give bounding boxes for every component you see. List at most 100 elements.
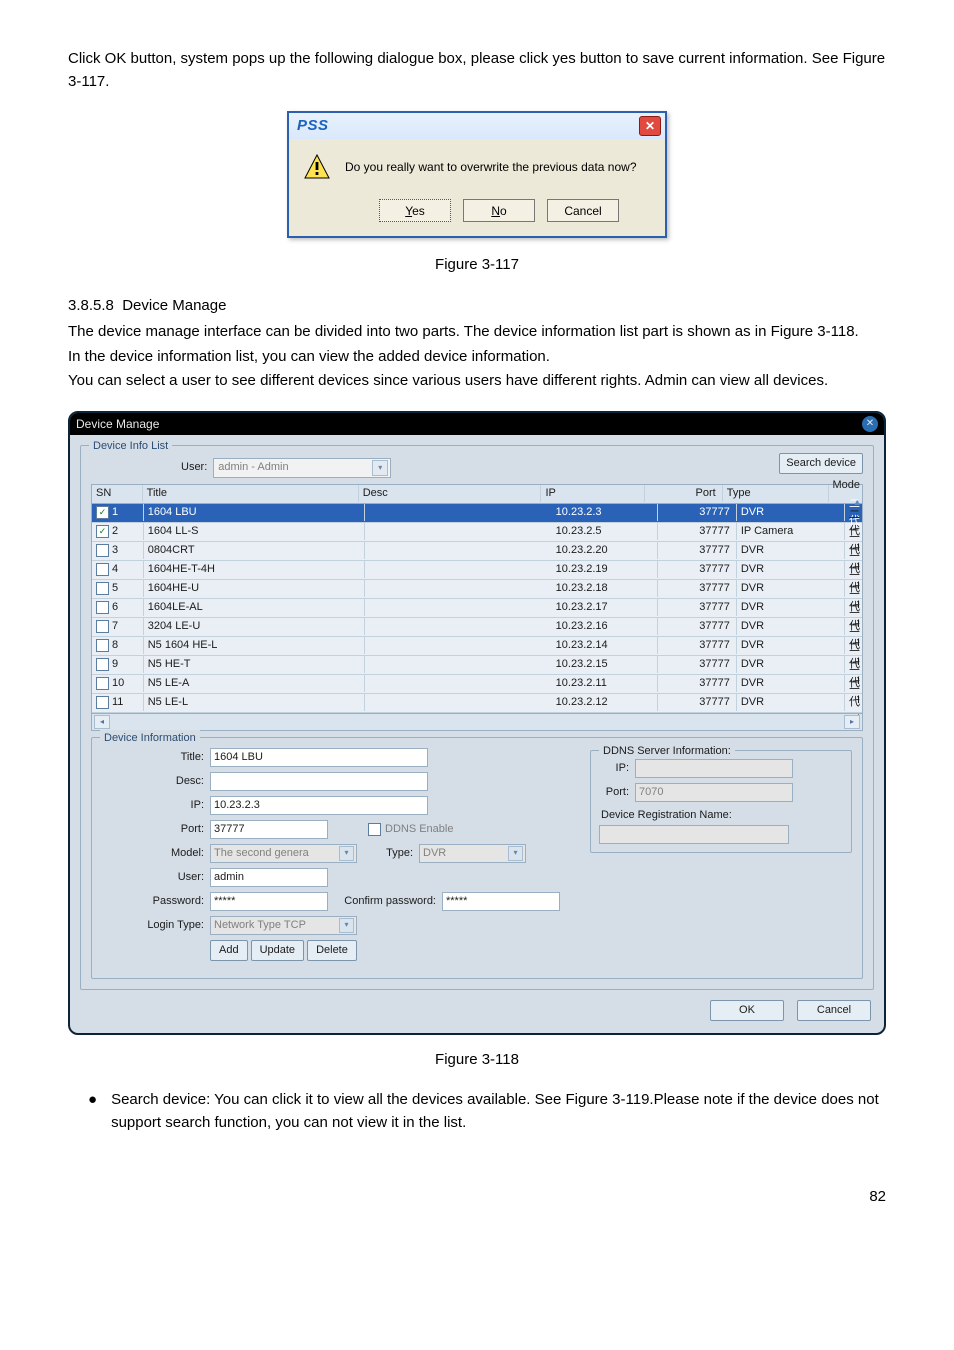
section-heading: 3.8.5.8 Device Manage <box>68 295 886 318</box>
field-label: Port: <box>599 784 635 801</box>
table-row[interactable]: ✓11604 LBU10.23.2.337777DVR二代 <box>92 504 862 523</box>
figure-caption-117: Figure 3-117 <box>68 254 886 277</box>
col-ip[interactable]: IP <box>541 485 645 502</box>
col-desc[interactable]: Desc <box>359 485 542 502</box>
ddns-group: DDNS Server Information: IP: Port:7070 D… <box>590 750 852 854</box>
cancel-button[interactable]: Cancel <box>547 199 619 222</box>
title-field[interactable]: 1604 LBU <box>210 748 428 767</box>
port-field[interactable]: 37777 <box>210 820 328 839</box>
field-label: User: <box>102 869 210 886</box>
ddns-enable-label: DDNS Enable <box>385 821 453 838</box>
field-label: Password: <box>102 893 210 910</box>
table-header: SN Title Desc IP Port Type Mode ▴ <box>92 485 862 504</box>
user-select-value: admin - Admin <box>218 459 288 476</box>
row-checkbox[interactable] <box>96 658 109 671</box>
add-button[interactable]: Add <box>210 940 248 961</box>
close-icon[interactable]: ✕ <box>862 416 878 432</box>
figure-caption-118: Figure 3-118 <box>68 1049 886 1072</box>
user-field[interactable]: admin <box>210 868 328 887</box>
dialog-app-name: PSS <box>293 115 329 138</box>
dialog-message: Do you really want to overwrite the prev… <box>345 158 637 176</box>
type-select[interactable]: DVR▾ <box>419 844 526 863</box>
ddns-enable-checkbox[interactable] <box>368 823 381 836</box>
field-label: Port: <box>102 821 210 838</box>
row-checkbox[interactable]: ✓ <box>96 506 109 519</box>
device-manage-window: Device Manage ✕ Device Info List Search … <box>68 411 886 1035</box>
group-legend: Device Info List <box>89 438 172 455</box>
table-row[interactable]: ✓21604 LL-S10.23.2.537777IP Camera二代I <box>92 523 862 542</box>
chevron-down-icon: ▾ <box>508 846 523 861</box>
field-label: Type: <box>357 845 419 862</box>
field-label: Login Type: <box>102 917 210 934</box>
table-row[interactable]: 41604HE-T-4H10.23.2.1937777DVR二代I <box>92 561 862 580</box>
row-checkbox[interactable] <box>96 620 109 633</box>
login-type-select[interactable]: Network Type TCP▾ <box>210 916 357 935</box>
table-row[interactable]: 51604HE-U10.23.2.1837777DVR二代I <box>92 580 862 599</box>
page-number: 82 <box>68 1186 886 1209</box>
group-legend: Device Information <box>100 730 200 747</box>
ddns-ip-field <box>635 759 793 778</box>
field-label: Model: <box>102 845 210 862</box>
confirm-password-field[interactable]: ***** <box>442 892 560 911</box>
field-label: IP: <box>599 760 635 777</box>
yes-button[interactable]: Yes <box>379 199 451 222</box>
row-checkbox[interactable] <box>96 563 109 576</box>
user-select[interactable]: admin - Admin ▾ <box>213 458 391 478</box>
bullet-icon: ● <box>68 1089 97 1134</box>
col-title[interactable]: Title <box>143 485 359 502</box>
col-sn[interactable]: SN <box>92 485 143 502</box>
intro-paragraph: Click OK button, system pops up the foll… <box>68 48 886 93</box>
password-field[interactable]: ***** <box>210 892 328 911</box>
field-label: Confirm password: <box>328 893 442 910</box>
paragraph: You can select a user to see different d… <box>68 370 886 393</box>
delete-button[interactable]: Delete <box>307 940 357 961</box>
no-button[interactable]: No <box>463 199 535 222</box>
field-label: Title: <box>102 749 210 766</box>
field-label: Device Registration Name: <box>601 807 843 824</box>
table-row[interactable]: 30804CRT10.23.2.2037777DVR二代I <box>92 542 862 561</box>
table-row[interactable]: 10N5 LE-A10.23.2.1137777DVR二代I <box>92 675 862 694</box>
scroll-left-icon[interactable]: ◂ <box>94 715 110 729</box>
search-device-button[interactable]: Search device <box>779 453 863 474</box>
bullet-text: Search device: You can click it to view … <box>111 1089 886 1134</box>
row-checkbox[interactable] <box>96 601 109 614</box>
col-type[interactable]: Type <box>723 485 829 502</box>
ddns-port-field: 7070 <box>635 783 793 802</box>
desc-field[interactable] <box>210 772 428 791</box>
overwrite-dialog: PSS ✕ Do you really want to overwrite th… <box>287 111 667 238</box>
paragraph: The device manage interface can be divid… <box>68 321 886 344</box>
window-title: Device Manage <box>76 415 159 433</box>
chevron-down-icon: ▾ <box>372 460 388 476</box>
row-checkbox[interactable]: ✓ <box>96 525 109 538</box>
field-label: Desc: <box>102 773 210 790</box>
row-checkbox[interactable] <box>96 677 109 690</box>
table-row[interactable]: 8N5 1604 HE-L10.23.2.1437777DVR二代I <box>92 637 862 656</box>
row-checkbox[interactable] <box>96 582 109 595</box>
horizontal-scrollbar[interactable]: ◂ ▸ <box>92 713 862 730</box>
device-table: SN Title Desc IP Port Type Mode ▴ ✓11604… <box>91 484 863 731</box>
table-row[interactable]: 11N5 LE-L10.23.2.1237777DVR二代I <box>92 694 862 713</box>
chevron-down-icon: ▾ <box>339 918 354 933</box>
col-port[interactable]: Port <box>645 485 722 502</box>
ip-field[interactable]: 10.23.2.3 <box>210 796 428 815</box>
ddns-reg-name-field <box>599 825 789 844</box>
field-label: IP: <box>102 797 210 814</box>
table-row[interactable]: 61604LE-AL10.23.2.1737777DVR二代I <box>92 599 862 618</box>
paragraph: In the device information list, you can … <box>68 346 886 369</box>
device-information-panel: Device Information Title:1604 LBU Desc: … <box>91 737 863 979</box>
user-label: User: <box>181 459 207 476</box>
ok-button[interactable]: OK <box>710 1000 784 1021</box>
chevron-down-icon: ▾ <box>339 846 354 861</box>
row-checkbox[interactable] <box>96 639 109 652</box>
group-legend: DDNS Server Information: <box>599 743 735 760</box>
row-checkbox[interactable] <box>96 696 109 709</box>
warning-icon <box>303 153 331 181</box>
table-row[interactable]: 73204 LE-U10.23.2.1637777DVR二代I <box>92 618 862 637</box>
table-row[interactable]: 9N5 HE-T10.23.2.1537777DVR二代I <box>92 656 862 675</box>
model-select[interactable]: The second genera▾ <box>210 844 357 863</box>
row-checkbox[interactable] <box>96 544 109 557</box>
cancel-button[interactable]: Cancel <box>797 1000 871 1021</box>
scroll-right-icon[interactable]: ▸ <box>844 715 860 729</box>
update-button[interactable]: Update <box>251 940 304 961</box>
close-icon[interactable]: ✕ <box>639 116 661 136</box>
